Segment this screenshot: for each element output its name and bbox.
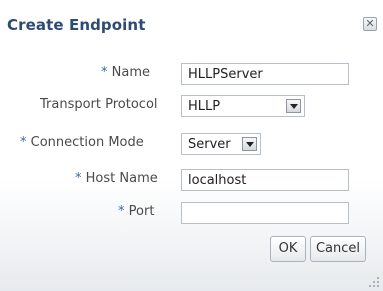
name-field[interactable]: HLLPServer: [181, 63, 349, 85]
chevron-down-icon[interactable]: [242, 137, 257, 151]
ok-button[interactable]: OK: [270, 236, 306, 262]
connection-mode-select[interactable]: Server: [181, 133, 261, 155]
connection-mode-label-text: Connection Mode: [30, 135, 144, 150]
port-label-text: Port: [128, 204, 155, 219]
resize-grip-icon[interactable]: [369, 277, 379, 287]
create-endpoint-dialog: Create Endpoint ✕ * Name HLLPServer Tran…: [0, 0, 383, 291]
transport-protocol-label: Transport Protocol: [40, 97, 158, 112]
required-marker: *: [101, 65, 108, 80]
host-name-field[interactable]: localhost: [181, 169, 349, 191]
host-name-label-text: Host Name: [85, 171, 158, 186]
port-label: * Port: [118, 204, 154, 219]
dialog-title: Create Endpoint: [7, 16, 146, 34]
close-icon[interactable]: ✕: [363, 17, 377, 31]
required-marker: *: [118, 204, 125, 219]
transport-protocol-select[interactable]: HLLP: [181, 95, 305, 117]
transport-protocol-value: HLLP: [188, 99, 221, 114]
required-marker: *: [75, 171, 82, 186]
chevron-down-icon[interactable]: [286, 99, 301, 113]
connection-mode-label: * Connection Mode: [20, 135, 144, 150]
cancel-button[interactable]: Cancel: [310, 236, 366, 262]
port-field[interactable]: [181, 202, 349, 224]
connection-mode-value: Server: [188, 137, 231, 152]
name-label: * Name: [101, 65, 150, 80]
name-label-text: Name: [111, 65, 150, 80]
required-marker: *: [20, 135, 27, 150]
host-name-label: * Host Name: [75, 171, 158, 186]
